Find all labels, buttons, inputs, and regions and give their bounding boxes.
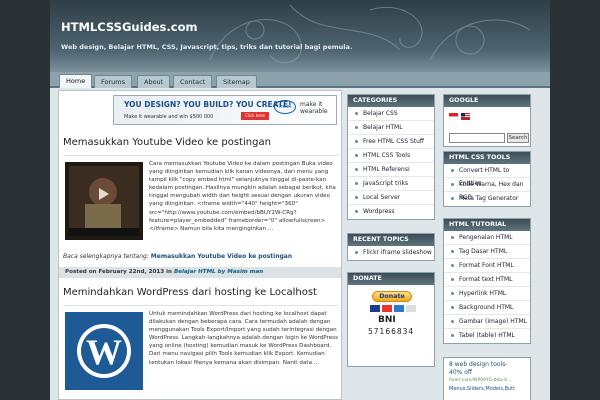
post-excerpt-block: W Untuk memindahkan WordPress dari hosti… (63, 305, 339, 399)
wordpress-logo-image[interactable]: W (65, 312, 143, 390)
tutorial-item[interactable]: Pengenalan HTML (444, 231, 530, 245)
tutorial-item[interactable]: Tabel (table) HTML (444, 329, 530, 343)
ad-headline: YOU DESIGN? YOU BUILD? YOU CREATE! (124, 100, 292, 109)
recent-topic-item[interactable]: Flickr iframe slideshow (348, 246, 434, 260)
post-category-link[interactable]: Belajar HTML (174, 269, 216, 275)
post-title[interactable]: Memasukkan Youtube Video ke postingan (63, 137, 271, 148)
post-meta: Posted on February 22nd, 2013 in Belajar… (59, 267, 341, 278)
category-item[interactable]: Belajar HTML (348, 121, 434, 135)
tutorial-widget: HTML TUTORIAL Pengenalan HTML Tag Dasar … (443, 218, 531, 344)
video-thumbnail[interactable] (65, 162, 143, 240)
site-tagline: Web design, Belajar HTML, CSS, Javascrip… (61, 43, 353, 51)
tutorial-item[interactable]: Background HTML (444, 301, 530, 315)
recent-topics-title: RECENT TOPICS (348, 234, 434, 246)
donate-title: DONATE (348, 273, 434, 285)
tutorial-item[interactable]: Format text HTML (444, 273, 530, 287)
category-item[interactable]: HTML CSS Tools (348, 149, 434, 163)
tutorial-item[interactable]: Gambar (image) HTML (444, 315, 530, 329)
post-date: Posted on February 22nd, 2013 in (65, 269, 172, 275)
language-flags[interactable] (449, 113, 471, 120)
recent-topics-widget: RECENT TOPICS Flickr iframe slideshow (347, 233, 435, 261)
category-item[interactable]: Local Server (348, 191, 434, 205)
post-title[interactable]: Memindahkan WordPress dari hosting ke Lo… (63, 287, 317, 298)
promo-tags: Menus,Sliders,Models,Butt (449, 386, 516, 392)
tab-sitemap[interactable]: Sitemap (216, 75, 257, 88)
ad-banner[interactable]: YOU DESIGN? YOU BUILD? YOU CREATE! Make … (113, 95, 337, 125)
decorative-swirl (209, 4, 531, 64)
category-item[interactable]: JavaScript triks (348, 177, 434, 191)
tutorial-item[interactable]: Tag Dasar HTML (444, 245, 530, 259)
card-logos (370, 305, 416, 312)
read-more: Baca selengkapnya tentang: Memasukkan Yo… (63, 253, 292, 260)
page: HTMLCSSGuides.com Web design, Belajar HT… (50, 0, 550, 400)
svg-text:W: W (86, 332, 122, 372)
ad-slogan: make it wearable (300, 101, 328, 115)
read-more-prefix: Baca selengkapnya tentang: (63, 253, 149, 260)
categories-widget: CATEGORIES Belajar CSS Belajar HTML Free… (347, 94, 435, 220)
intel-logo: intel (274, 100, 296, 114)
read-more-link[interactable]: Memasukkan Youtube Video ke postingan (151, 253, 292, 260)
bank-account-number: 57166834 (368, 327, 415, 336)
site-title[interactable]: HTMLCSSGuides.com (61, 20, 197, 34)
donate-widget: DONATE Donate BNI 57166834 (347, 272, 435, 367)
tab-forums[interactable]: Forums (94, 75, 132, 88)
category-item[interactable]: Free HTML CSS Stuff (348, 135, 434, 149)
category-item[interactable]: HTML Referensi (348, 163, 434, 177)
tutorial-item[interactable]: Hyperlink HTML (444, 287, 530, 301)
tool-item[interactable]: Convert HTML to Entities (444, 164, 530, 187)
promo-subtitle: 40% off (449, 369, 473, 376)
tab-about[interactable]: About (137, 75, 171, 88)
bank-logo: BNI (378, 315, 396, 325)
ad-click-button[interactable]: Click here (241, 112, 269, 120)
header: HTMLCSSGuides.com Web design, Belajar HT… (50, 0, 550, 72)
tab-contact[interactable]: Contact (173, 75, 213, 88)
tab-home[interactable]: Home (59, 74, 93, 88)
search-button[interactable]: Search (507, 133, 529, 143)
ad-subline: Make it wearable and win $500 000 (124, 114, 214, 120)
promo-widget[interactable]: 8 web design tools- 40% off fiverr.com/W… (443, 357, 531, 400)
tool-item[interactable]: Kode Warna, Hex dan RGB (444, 178, 530, 201)
categories-title: CATEGORIES (348, 95, 434, 107)
category-item[interactable]: Belajar CSS (348, 107, 434, 121)
category-item[interactable]: Wordpress (348, 205, 434, 219)
translation-widget: GOOGLE TRANSLATION Search (443, 94, 531, 147)
donate-button[interactable]: Donate (372, 291, 412, 302)
tutorial-item[interactable]: Format Font HTML (444, 259, 530, 273)
tool-item[interactable]: Meta Tag Generator (444, 192, 530, 206)
promo-url: fiverr.com/WP09YG-bdu-4… (449, 378, 512, 383)
search-input[interactable] (449, 133, 505, 143)
main-content: YOU DESIGN? YOU BUILD? YOU CREATE! Make … (58, 90, 342, 400)
post-excerpt-block: Cara memasukkan Youtube Video ke dalam p… (63, 155, 339, 253)
tools-title: HTML CSS TOOLS (444, 152, 530, 164)
tools-widget: HTML CSS TOOLS Convert HTML to Entities … (443, 151, 531, 207)
tutorial-title: HTML TUTORIAL (444, 219, 530, 231)
promo-title[interactable]: 8 web design tools- (449, 361, 525, 369)
translation-title: GOOGLE TRANSLATION (444, 95, 530, 116)
main-nav: Home Forums About Contact Sitemap (50, 72, 550, 88)
post-author[interactable]: by Masim man (218, 269, 264, 275)
